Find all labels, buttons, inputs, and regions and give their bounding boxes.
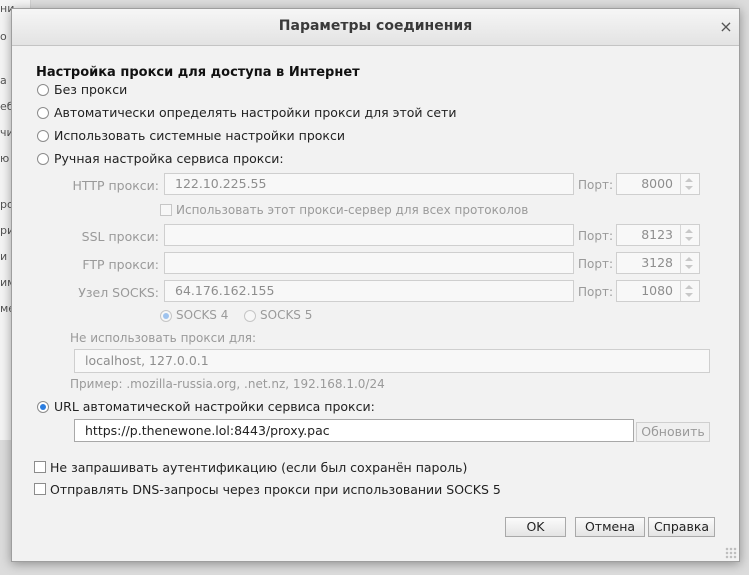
reload-button[interactable]: Обновить — [636, 422, 710, 442]
radio-manual-proxy[interactable] — [37, 153, 49, 165]
dialog-title: Параметры соединения — [278, 18, 473, 34]
help-button[interactable]: Справка — [648, 517, 715, 537]
socks-host-input[interactable]: 64.176.162.155 — [164, 280, 574, 302]
radio-socks4[interactable] — [160, 310, 172, 322]
use-for-all-checkbox[interactable] — [160, 204, 172, 216]
radio-auto-config-url-label[interactable]: URL автоматической настройки сервиса про… — [54, 399, 375, 414]
socks5-dns-checkbox[interactable] — [34, 483, 46, 495]
socks-port-value: 1080 — [641, 283, 673, 298]
ftp-port-spinner[interactable] — [680, 253, 699, 273]
radio-auto-detect[interactable] — [37, 107, 49, 119]
ftp-port-label: Порт: — [578, 257, 614, 271]
ok-button[interactable]: OK — [505, 517, 566, 537]
ssl-proxy-label: SSL прокси: — [81, 229, 159, 244]
close-icon[interactable]: × — [718, 17, 734, 36]
ftp-port-value: 3128 — [641, 255, 673, 270]
no-proxy-for-label: Не использовать прокси для: — [70, 331, 257, 345]
no-proxy-for-input[interactable]: localhost, 127.0.0.1 — [74, 349, 710, 373]
socks-port-input[interactable]: 1080 — [616, 280, 700, 302]
http-proxy-input[interactable]: 122.10.225.55 — [164, 173, 574, 195]
radio-socks5-label[interactable]: SOCKS 5 — [260, 308, 312, 322]
proxy-section-title: Настройка прокси для доступа в Интернет — [36, 65, 360, 80]
resize-grip-icon[interactable] — [725, 547, 737, 559]
auto-config-url-input[interactable]: https://p.thenewone.lol:8443/proxy.pac — [74, 419, 634, 442]
socks-port-spinner[interactable] — [680, 281, 699, 301]
ssl-port-input[interactable]: 8123 — [616, 224, 700, 246]
socks-host-label: Узел SOCKS: — [78, 285, 159, 300]
http-port-label: Порт: — [578, 178, 614, 192]
ssl-port-label: Порт: — [578, 229, 614, 243]
cancel-button[interactable]: Отмена — [575, 517, 645, 537]
radio-socks4-label[interactable]: SOCKS 4 — [176, 308, 228, 322]
http-proxy-label: HTTP прокси: — [72, 178, 159, 193]
http-port-value: 8000 — [641, 176, 673, 191]
socks5-dns-label[interactable]: Отправлять DNS-запросы через прокси при … — [50, 482, 501, 497]
radio-no-proxy-label[interactable]: Без прокси — [54, 82, 127, 97]
no-auth-prompt-checkbox[interactable] — [34, 461, 46, 473]
ftp-proxy-label: FTP прокси: — [82, 257, 159, 272]
radio-auto-detect-label[interactable]: Автоматически определять настройки прокс… — [54, 105, 456, 120]
radio-auto-config-url[interactable] — [37, 401, 49, 413]
http-port-spinner[interactable] — [680, 174, 699, 194]
connection-settings-dialog: Параметры соединения × Настройка прокси … — [11, 8, 740, 562]
use-for-all-label[interactable]: Использовать этот прокси-сервер для всех… — [176, 203, 528, 217]
dialog-titlebar[interactable]: Параметры соединения × — [12, 9, 739, 46]
radio-manual-proxy-label[interactable]: Ручная настройка сервиса прокси: — [54, 151, 284, 166]
radio-no-proxy[interactable] — [37, 84, 49, 96]
socks-port-label: Порт: — [578, 285, 614, 299]
no-auth-prompt-label[interactable]: Не запрашивать аутентификацию (если был … — [50, 460, 467, 475]
radio-system-proxy-label[interactable]: Использовать системные настройки прокси — [54, 128, 345, 143]
ssl-port-value: 8123 — [641, 227, 673, 242]
no-proxy-example: Пример: .mozilla-russia.org, .net.nz, 19… — [70, 377, 385, 391]
ftp-port-input[interactable]: 3128 — [616, 252, 700, 274]
http-port-input[interactable]: 8000 — [616, 173, 700, 195]
ftp-proxy-input[interactable] — [164, 252, 574, 274]
radio-socks5[interactable] — [244, 310, 256, 322]
ssl-port-spinner[interactable] — [680, 225, 699, 245]
ssl-proxy-input[interactable] — [164, 224, 574, 246]
radio-system-proxy[interactable] — [37, 130, 49, 142]
